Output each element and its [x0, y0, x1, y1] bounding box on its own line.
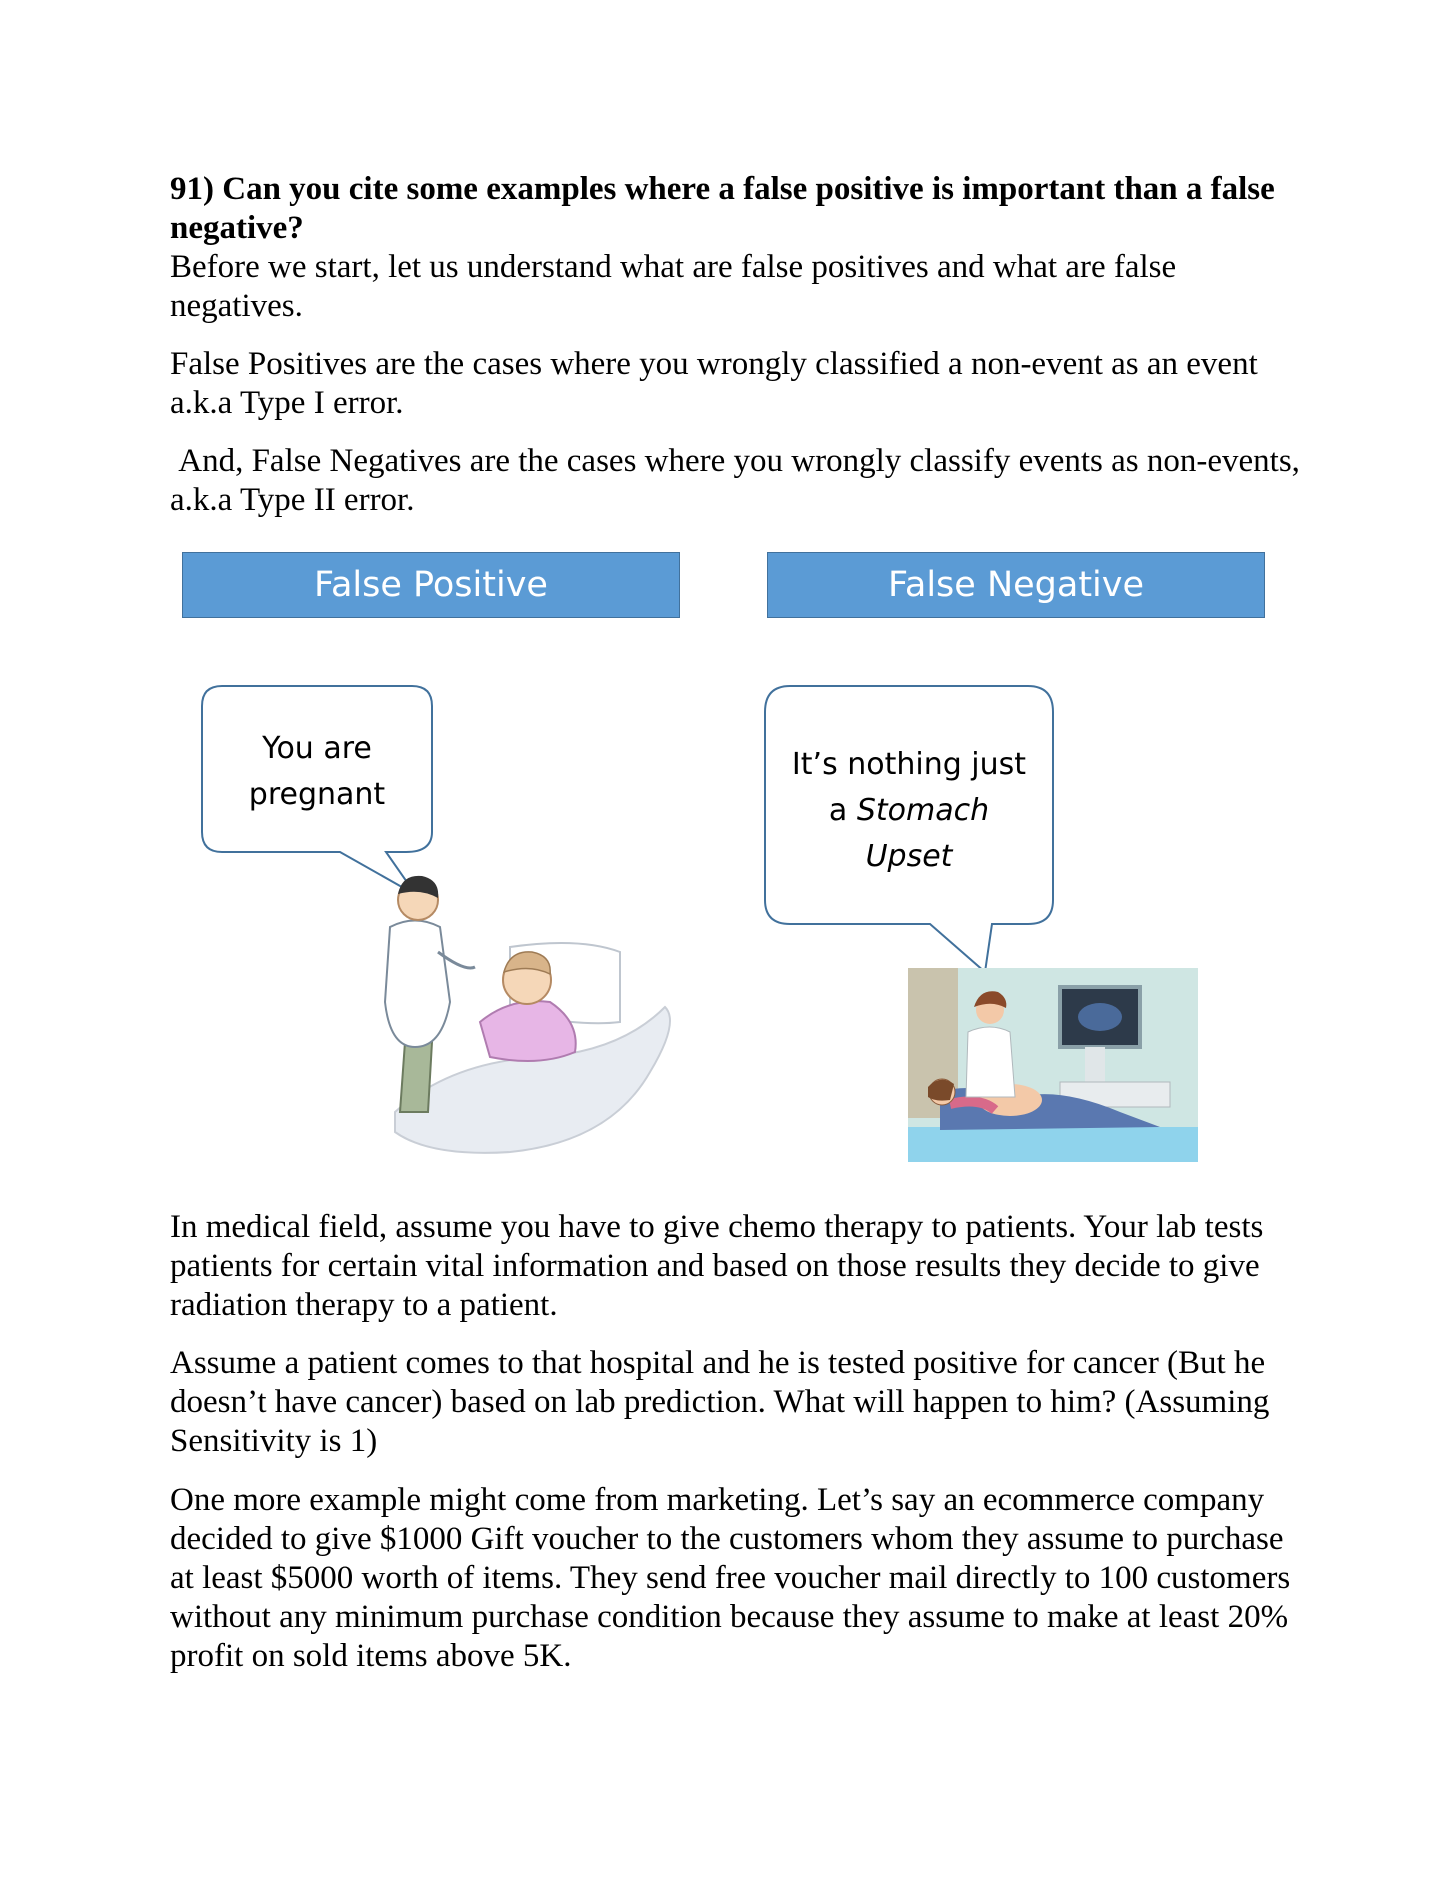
- right-bubble-line-3-italic: Upset: [865, 839, 953, 874]
- right-bubble-line-1: It’s nothing just: [791, 747, 1027, 782]
- right-bubble-line-2-prefix: a: [828, 793, 857, 828]
- intro-paragraph: Before we start, let us understand what …: [170, 249, 1177, 324]
- medical-paragraph: In medical field, assume you have to giv…: [170, 1209, 1264, 1323]
- false-positive-definition: False Positives are the cases where you …: [170, 346, 1258, 421]
- figure-illustrations: [201, 685, 1198, 1162]
- right-bubble-line-3: Upset: [765, 834, 1053, 880]
- false-positive-negative-figure: False Positive False Negative You are pr…: [180, 552, 1280, 1164]
- patient-paragraph: Assume a patient comes to that hospital …: [170, 1345, 1270, 1459]
- ultrasound-illustration: [908, 968, 1198, 1162]
- right-bubble-text: It’s nothing just a Stomach Upset: [765, 742, 1053, 880]
- question-heading: 91) Can you cite some examples where a f…: [170, 171, 1275, 246]
- right-bubble-line-2: a Stomach: [765, 788, 1053, 834]
- left-bubble-line-2: pregnant: [248, 777, 386, 812]
- document-page: 91) Can you cite some examples where a f…: [0, 0, 1450, 1877]
- right-bubble-line-2-italic: Stomach: [856, 793, 990, 828]
- left-bubble-line-1: You are: [262, 731, 372, 766]
- marketing-paragraph: One more example might come from marketi…: [170, 1482, 1291, 1674]
- nurse-patient-illustration: [383, 875, 671, 1154]
- left-bubble-text: You are pregnant: [202, 726, 432, 818]
- false-negative-definition: And, False Negatives are the cases where…: [170, 443, 1309, 518]
